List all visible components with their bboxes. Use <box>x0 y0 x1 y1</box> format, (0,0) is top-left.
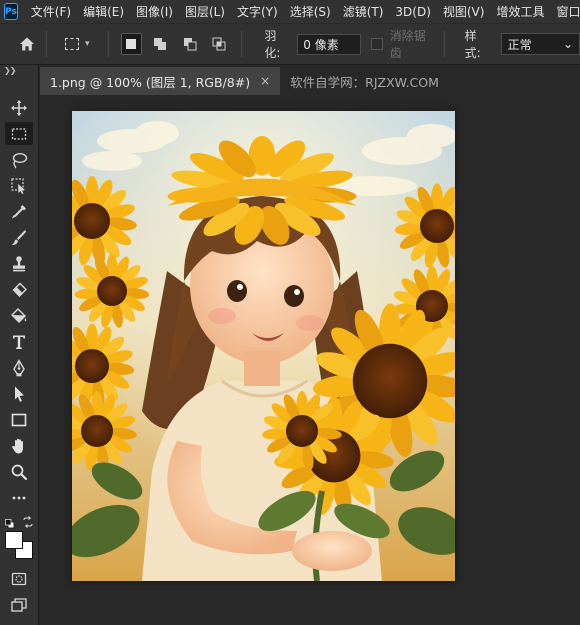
sunflower-girl-illustration <box>72 111 455 581</box>
object-selection-tool-icon[interactable] <box>5 174 33 197</box>
menu-bar: Ps 文件(F) 编辑(E) 图像(I) 图层(L) 文字(Y) 选择(S) 滤… <box>0 0 580 23</box>
move-tool-icon[interactable] <box>5 96 33 119</box>
new-selection-button[interactable] <box>120 33 142 55</box>
more-tools-icon[interactable] <box>5 486 33 509</box>
document-tabs: 1.png @ 100% (图层 1, RGB/8#) × 软件自学网：RJZX… <box>40 65 580 95</box>
style-select[interactable]: 正常 ⌄ <box>500 33 580 55</box>
canvas-workspace[interactable] <box>40 95 580 625</box>
rectangular-marquee-tool-icon[interactable] <box>5 122 33 145</box>
menu-file[interactable]: 文件(F) <box>31 3 71 20</box>
menu-filter[interactable]: 滤镜(T) <box>343 3 384 20</box>
menu-select[interactable]: 选择(S) <box>290 3 331 20</box>
marquee-icon <box>65 38 80 50</box>
tab-document-2[interactable]: 软件自学网：RJZXW.COM <box>280 67 449 95</box>
divider <box>443 31 445 57</box>
hand-tool-icon[interactable] <box>5 434 33 457</box>
brush-tool-icon[interactable] <box>5 226 33 249</box>
menu-image[interactable]: 图像(I) <box>136 3 173 20</box>
tab-document-1[interactable]: 1.png @ 100% (图层 1, RGB/8#) × <box>40 67 281 95</box>
swap-colors-icon[interactable] <box>22 513 34 528</box>
menu-plugins[interactable]: 增效工具 <box>496 3 544 20</box>
lasso-tool-icon[interactable] <box>5 148 33 171</box>
subtract-from-selection-button[interactable] <box>179 33 200 55</box>
menu-window[interactable]: 窗口(W) <box>556 3 580 20</box>
tools-panel: ❯❯ <box>0 65 39 625</box>
path-selection-tool-icon[interactable] <box>5 382 33 405</box>
feather-label: 羽化: <box>264 29 281 60</box>
zoom-tool-icon[interactable] <box>5 460 33 483</box>
photoshop-logo: Ps <box>4 3 18 20</box>
chevron-down-icon: ⌄ <box>562 37 574 51</box>
add-to-selection-button[interactable] <box>150 33 171 55</box>
default-colors-icon[interactable] <box>5 514 15 529</box>
type-tool-icon[interactable] <box>5 330 33 353</box>
eraser-tool-icon[interactable] <box>5 278 33 301</box>
rectangle-tool-icon[interactable] <box>5 408 33 431</box>
collapse-panel-icon[interactable]: ❯❯ <box>0 65 38 77</box>
menu-view[interactable]: 视图(V) <box>443 3 485 20</box>
pen-tool-icon[interactable] <box>5 356 33 379</box>
foreground-color-swatch[interactable] <box>5 531 23 549</box>
close-icon[interactable]: × <box>260 74 270 88</box>
style-select-value: 正常 <box>507 37 532 52</box>
eyedropper-tool-icon[interactable] <box>5 200 33 223</box>
quick-mask-icon[interactable] <box>5 567 33 590</box>
menu-3d[interactable]: 3D(D) <box>395 5 430 19</box>
options-bar: ▾ 羽化: 0 像素 消除锯齿 样式: 正常 ⌄ <box>0 23 580 65</box>
divider <box>241 31 243 57</box>
divider <box>46 31 48 57</box>
menu-edit[interactable]: 编辑(E) <box>83 3 124 20</box>
antialias-option: 消除锯齿 <box>371 27 435 61</box>
antialias-label: 消除锯齿 <box>389 29 426 60</box>
menu-layer[interactable]: 图层(L) <box>185 3 225 20</box>
clone-stamp-tool-icon[interactable] <box>5 252 33 275</box>
style-label: 样式: <box>464 29 481 60</box>
screen-mode-icon[interactable] <box>5 593 33 616</box>
chevron-down-icon: ▾ <box>85 39 90 49</box>
divider <box>107 31 109 57</box>
canvas-image[interactable] <box>72 111 455 581</box>
home-icon[interactable] <box>15 32 38 56</box>
paint-bucket-tool-icon[interactable] <box>5 304 33 327</box>
intersect-selection-button[interactable] <box>208 33 229 55</box>
tool-preset-picker[interactable]: ▾ <box>65 31 100 57</box>
tab-label: 1.png @ 100% (图层 1, RGB/8#) <box>50 74 251 90</box>
menu-type[interactable]: 文字(Y) <box>237 3 278 20</box>
antialias-checkbox <box>371 38 383 50</box>
tab-label: 软件自学网：RJZXW.COM <box>290 74 439 90</box>
feather-input[interactable]: 0 像素 <box>297 33 362 55</box>
